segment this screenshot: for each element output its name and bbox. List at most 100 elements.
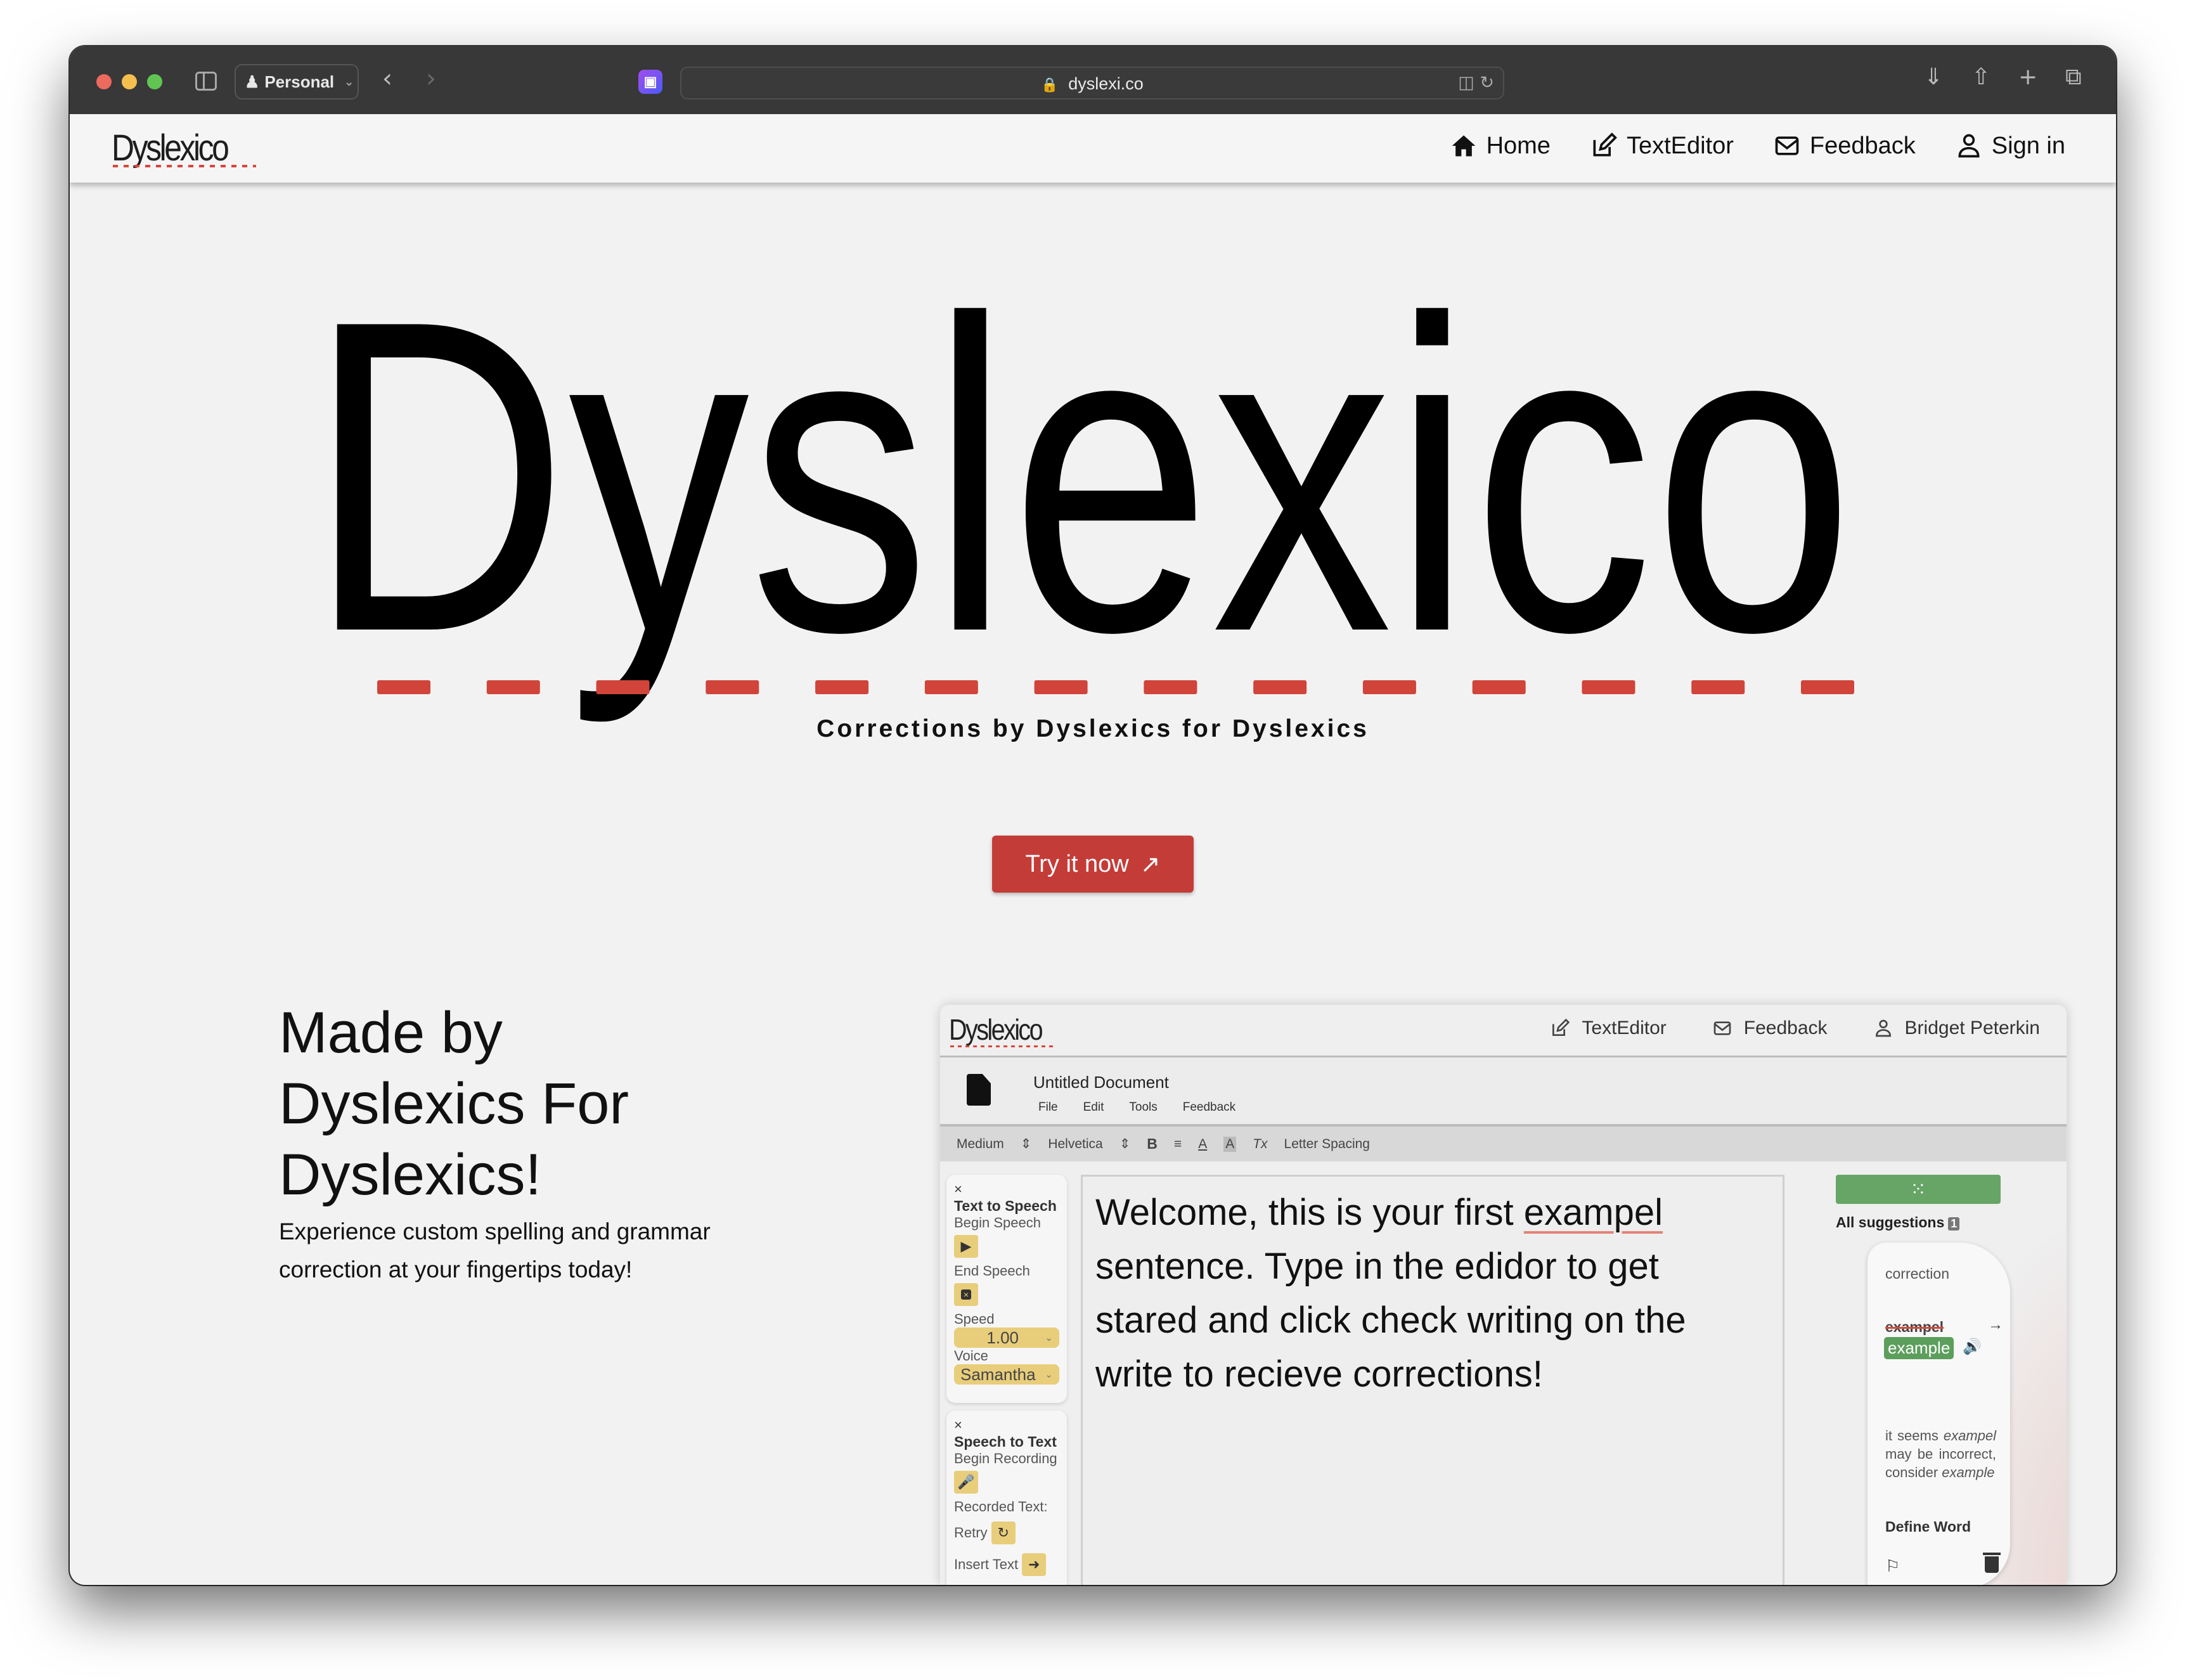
nav-texteditor-label: TextEditor bbox=[1626, 132, 1734, 159]
text-color-icon: A bbox=[1198, 1136, 1208, 1151]
close-window-button[interactable] bbox=[96, 74, 112, 89]
hero-dash bbox=[377, 680, 430, 694]
close-icon: × bbox=[954, 1417, 962, 1433]
url-text: dyslexi.co bbox=[1068, 74, 1144, 93]
misspelled-word: exampel bbox=[1523, 1192, 1663, 1233]
hero-dash bbox=[1691, 680, 1745, 694]
sidebar-icon[interactable] bbox=[195, 72, 217, 91]
try-it-now-label: Try it now bbox=[1025, 850, 1129, 877]
nav-feedback-link[interactable]: Feedback bbox=[1773, 132, 1916, 160]
lock-icon: 🔒 bbox=[1041, 77, 1059, 93]
nav-signin-link[interactable]: Sign in bbox=[1955, 132, 2065, 160]
preview-feedback-link: Feedback bbox=[1712, 1018, 1828, 1039]
hero-dash bbox=[1034, 680, 1088, 694]
hero-dash bbox=[1362, 680, 1416, 694]
all-suggestions-header: All suggestions 1 bbox=[1836, 1214, 1960, 1231]
feature-heading: Made by Dyslexics For Dyslexics! bbox=[279, 997, 659, 1210]
back-icon[interactable]: ‹ bbox=[382, 64, 392, 93]
user-icon bbox=[1958, 134, 1980, 158]
check-writing-loading: ⁙ bbox=[1836, 1175, 2001, 1204]
align-icon: ≡ bbox=[1173, 1136, 1182, 1151]
preview-format-toolbar: Medium ⇕ Helvetica ⇕ B ≡ A A Tx Letter S… bbox=[940, 1127, 2067, 1161]
preview-texteditor-link: TextEditor bbox=[1550, 1018, 1667, 1039]
mail-icon bbox=[1713, 1021, 1731, 1035]
stt-title: Speech to Text bbox=[954, 1433, 1057, 1450]
nav-signin-label: Sign in bbox=[1991, 132, 2065, 159]
tts-voice-label: Voice bbox=[954, 1348, 988, 1364]
hero-logo-text: Dyslexico bbox=[307, 236, 1854, 727]
clear-format-icon: Tx bbox=[1253, 1136, 1268, 1151]
preview-document-header: Untitled Document File Edit Tools Feedba… bbox=[940, 1057, 2067, 1127]
reload-icon[interactable]: ↻ bbox=[1480, 73, 1494, 93]
logo-underline bbox=[113, 165, 256, 167]
tts-begin-label: Begin Speech bbox=[954, 1215, 1041, 1231]
translate-icon[interactable]: ◫ bbox=[1458, 73, 1474, 93]
hero-dash bbox=[1582, 680, 1635, 694]
preview-logo-underline bbox=[950, 1045, 1057, 1047]
preview-menu-edit: Edit bbox=[1083, 1101, 1104, 1114]
forward-icon[interactable]: › bbox=[426, 64, 436, 93]
desc-suggest: example bbox=[1942, 1464, 1995, 1480]
nav-feedback-label: Feedback bbox=[1809, 132, 1916, 159]
feature-paragraph: Experience custom spelling and grammar c… bbox=[279, 1218, 711, 1283]
preview-user-label: Bridget Peterkin bbox=[1904, 1018, 2040, 1038]
suggestion-card: correction exampel → example 🔊 it seems … bbox=[1868, 1243, 2010, 1585]
tts-speed-select: 1.00 ⌄ bbox=[954, 1328, 1059, 1348]
document-icon bbox=[967, 1074, 991, 1106]
feature-heading-text: Made by Dyslexics For Dyslexics! bbox=[279, 1000, 629, 1207]
editor-text-after: sentence. Type in the edidor to get star… bbox=[1095, 1246, 1686, 1395]
tab-overview-icon[interactable]: ⧉ bbox=[2065, 64, 2082, 91]
suggestions-count-badge: 1 bbox=[1948, 1217, 1960, 1231]
try-it-now-button[interactable]: Try it now ↗ bbox=[992, 836, 1194, 893]
chevron-down-icon: ⌄ bbox=[344, 75, 354, 88]
site-navbar: Dyslexico Home TextEditor Feedback Sign … bbox=[70, 114, 2116, 183]
close-icon: × bbox=[954, 1181, 962, 1197]
stt-insert-label: Insert Text bbox=[954, 1556, 1019, 1572]
nav-logo[interactable]: Dyslexico bbox=[112, 127, 229, 169]
person-icon: ♟ bbox=[245, 72, 260, 91]
edit-icon bbox=[1593, 132, 1617, 157]
suggestion-type: correction bbox=[1885, 1265, 1949, 1282]
app-preview-screenshot: Dyslexico TextEditor Feedback Bridget Pe… bbox=[940, 1005, 2067, 1585]
hero-dash bbox=[1472, 680, 1526, 694]
preview-menu-file: File bbox=[1038, 1101, 1058, 1114]
microphone-icon: 🎤 bbox=[954, 1471, 978, 1494]
new-tab-icon[interactable]: + bbox=[2018, 64, 2037, 90]
hero-dash bbox=[924, 680, 978, 694]
nav-texteditor-link[interactable]: TextEditor bbox=[1590, 132, 1734, 160]
address-bar[interactable]: 🔒 dyslexi.co ◫ ↻ bbox=[680, 67, 1504, 100]
minimize-window-button[interactable] bbox=[122, 74, 137, 89]
hero-dash bbox=[1801, 680, 1854, 694]
tts-voice-select: Samantha ⌄ bbox=[954, 1364, 1059, 1385]
share-icon[interactable]: ⇧ bbox=[1971, 64, 1990, 90]
tts-speed-label: Speed bbox=[954, 1311, 995, 1327]
retry-icon: ↻ bbox=[991, 1522, 1016, 1544]
stt-begin-label: Begin Recording bbox=[954, 1451, 1057, 1466]
download-icon[interactable]: ⇓ bbox=[1924, 64, 1943, 90]
desc-pre: it seems bbox=[1885, 1428, 1944, 1444]
chevron-down-icon: ⌄ bbox=[1045, 1333, 1053, 1343]
profile-button[interactable]: ♟ Personal ⌄ bbox=[235, 64, 359, 100]
extension-icon[interactable]: ▣ bbox=[638, 70, 662, 94]
hero-dash bbox=[1144, 680, 1197, 694]
preview-menu-feedback: Feedback bbox=[1182, 1101, 1236, 1114]
nav-home-label: Home bbox=[1486, 132, 1551, 159]
preview-editor-text: Welcome, this is your first exampel sent… bbox=[1095, 1186, 1770, 1401]
arrow-up-right-icon: ↗ bbox=[1140, 851, 1161, 878]
home-icon bbox=[1452, 135, 1475, 157]
tts-voice-value: Samantha bbox=[960, 1364, 1036, 1384]
tts-end-label: End Speech bbox=[954, 1263, 1030, 1279]
browser-toolbar: ♟ Personal ⌄ ‹ › ▣ 🔒 dyslexi.co ◫ ↻ ⇓ ⇧ … bbox=[70, 46, 2116, 114]
zoom-window-button[interactable] bbox=[147, 74, 162, 89]
editor-text-before: Welcome, this is your first bbox=[1095, 1192, 1524, 1233]
preview-size-select: Medium bbox=[957, 1136, 1004, 1151]
nav-home-link[interactable]: Home bbox=[1450, 132, 1551, 160]
hero-dash bbox=[486, 680, 540, 694]
preview-navbar: Dyslexico TextEditor Feedback Bridget Pe… bbox=[940, 1005, 2067, 1057]
spinner-icon: ⁙ bbox=[1910, 1179, 1926, 1200]
suggestion-wrong-word: exampel bbox=[1885, 1319, 1944, 1335]
preview-user-link: Bridget Peterkin bbox=[1873, 1018, 2040, 1039]
tagline: Corrections by Dyslexics for Dyslexics bbox=[816, 715, 1369, 742]
preview-document-title: Untitled Document bbox=[1033, 1073, 1169, 1092]
all-suggestions-label: All suggestions bbox=[1836, 1214, 1945, 1231]
